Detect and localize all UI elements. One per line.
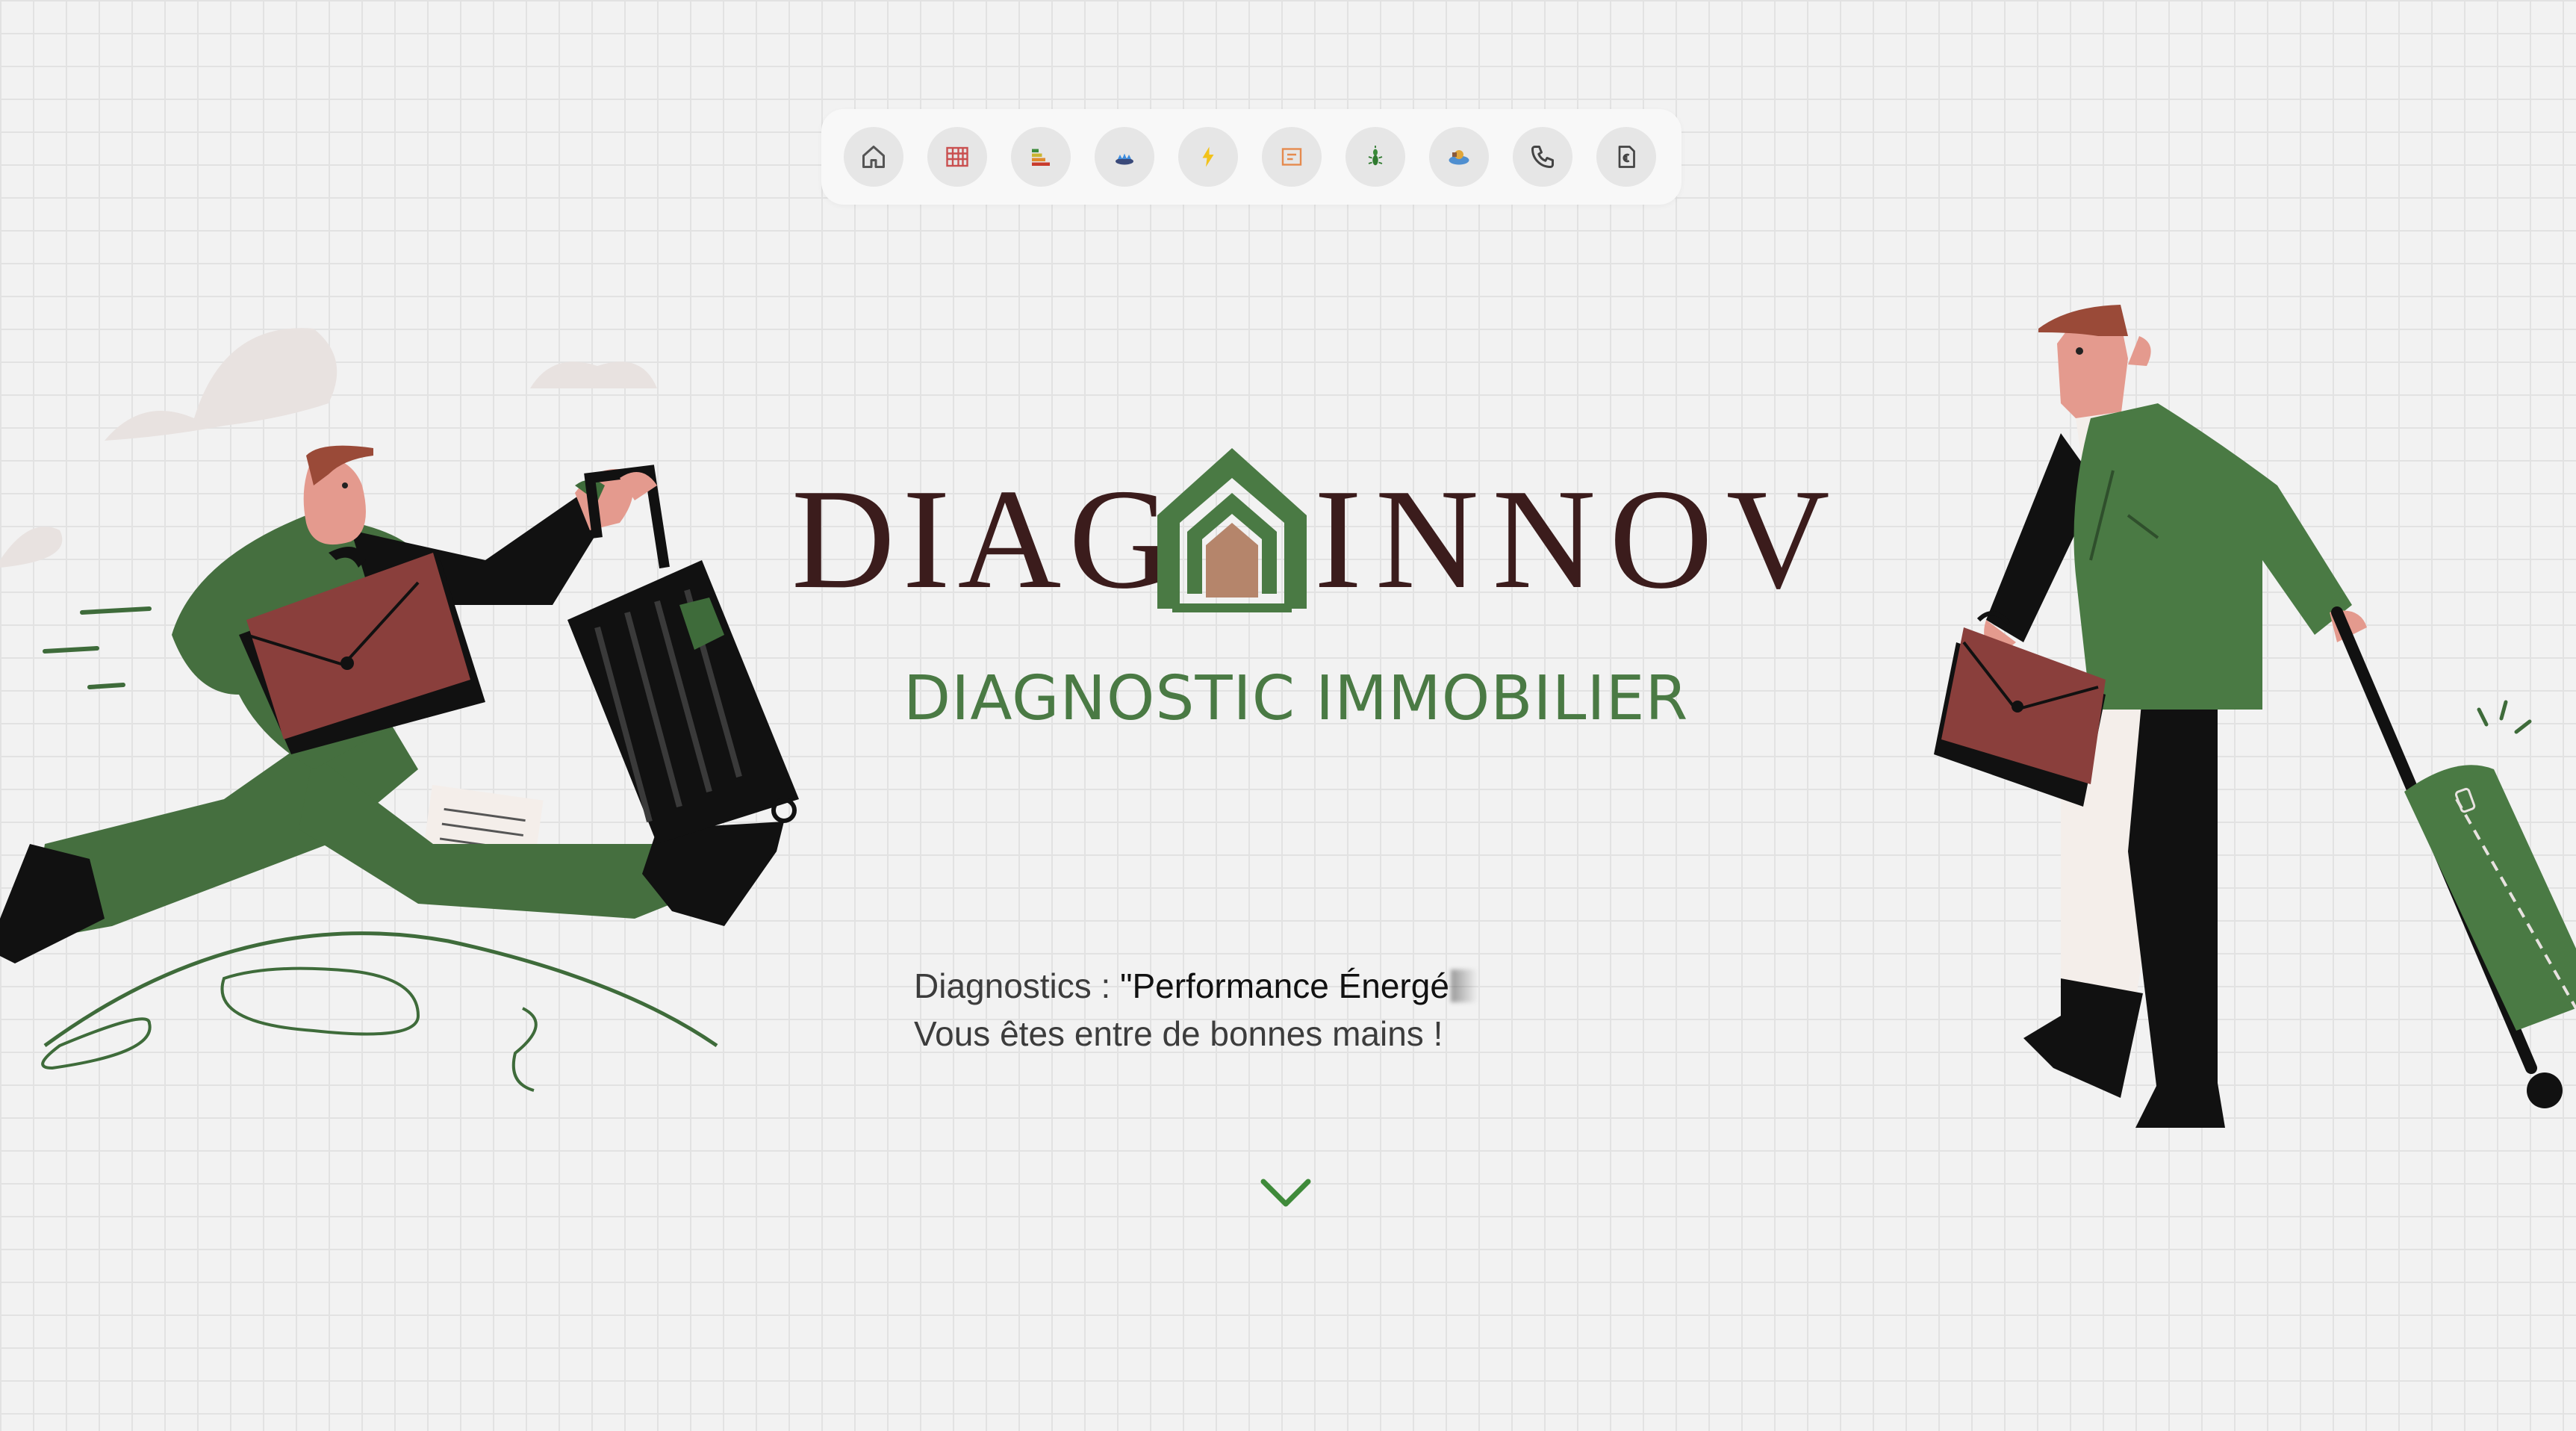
typing-prefix: Diagnostics :: [914, 966, 1121, 1005]
nav-energy-button[interactable]: [1011, 127, 1071, 187]
cloud-shape: [0, 527, 63, 568]
top-navigation: [821, 109, 1681, 205]
typing-line: Diagnostics : "Performance Énergé: [914, 962, 1478, 1010]
nav-home-button[interactable]: [844, 127, 903, 187]
nav-pricing-button[interactable]: [1596, 127, 1656, 187]
nav-termites-button[interactable]: [1345, 127, 1405, 187]
asbestos-grid-icon: [946, 146, 968, 167]
cloud-shape: [105, 328, 337, 441]
intro-subline: Vous êtes entre de bonnes mains !: [914, 1014, 1443, 1053]
scroll-down-chevron-icon[interactable]: [1259, 1176, 1313, 1211]
nav-surface-button[interactable]: [1262, 127, 1322, 187]
termite-icon: [1368, 146, 1383, 166]
energy-rating-icon: [1032, 149, 1050, 166]
intro-text-block: Diagnostics : "Performance Énergé Vous ê…: [914, 962, 1478, 1058]
cloud-shape: [530, 361, 657, 388]
ground-line: [43, 931, 718, 1048]
sanitation-icon: [1449, 150, 1469, 165]
brand-word-diag: DIAG: [791, 459, 1180, 618]
brand-logo[interactable]: DIAG INNOV: [791, 441, 1830, 620]
walking-man-illustration: [1934, 305, 2576, 1128]
running-man-illustration: [0, 328, 799, 1092]
nav-electricity-button[interactable]: [1178, 127, 1238, 187]
briefcase-illustration: [1934, 611, 2106, 807]
home-icon: [862, 146, 885, 168]
nav-gas-button[interactable]: [1095, 127, 1154, 187]
phone-icon: [1531, 146, 1554, 168]
nav-contact-button[interactable]: [1513, 127, 1572, 187]
brand-tagline: DIAGNOSTIC IMMOBILIER: [903, 663, 1689, 734]
typing-text: "Performance Énergé: [1120, 966, 1449, 1005]
lightning-icon: [1202, 146, 1214, 167]
rolling-suitcase-illustration: [2331, 606, 2576, 1108]
gas-flame-icon: [1116, 153, 1133, 165]
house-logo-icon: [1157, 448, 1307, 612]
surface-measure-icon: [1281, 148, 1302, 166]
nav-sanitation-button[interactable]: [1429, 127, 1489, 187]
nav-asbestos-button[interactable]: [927, 127, 987, 187]
euro-document-icon: [1618, 146, 1635, 168]
typing-cursor: [1450, 969, 1478, 1002]
